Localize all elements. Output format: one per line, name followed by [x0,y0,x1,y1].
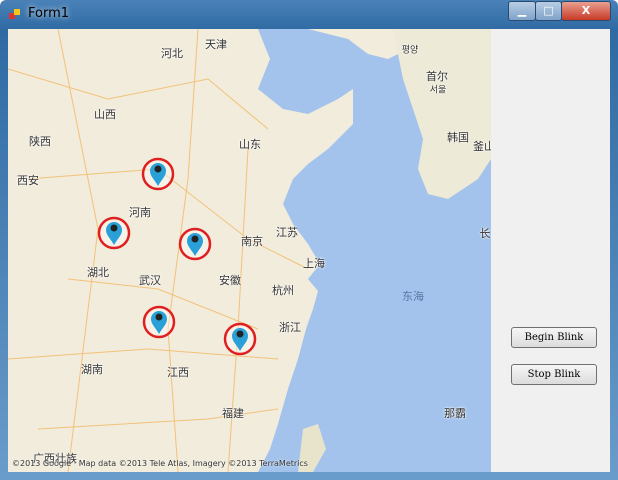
map-label: 浙江 [279,321,301,334]
map-label: 安徽 [219,274,241,287]
map-marker-pin-icon[interactable] [142,305,176,339]
window: Form1 ▁ □ X 天津 河北 山西 陕西 山东 西安 河南 江苏 南京 湖… [0,0,618,480]
begin-blink-button[interactable]: Begin Blink [511,327,597,348]
map-label: 釜山 [473,140,491,153]
app-icon [9,9,20,19]
close-button[interactable]: X [561,1,611,21]
map-label: 山西 [94,108,116,121]
form-client-area: 天津 河北 山西 陕西 山东 西安 河南 江苏 南京 湖北 武汉 安徽 上海 杭… [8,29,610,472]
map-label: 东海 [402,290,424,303]
maximize-button[interactable]: □ [535,1,562,21]
map-label: 韩国 [447,131,469,144]
map-view[interactable]: 天津 河北 山西 陕西 山东 西安 河南 江苏 南京 湖北 武汉 安徽 上海 杭… [8,29,491,472]
map-label: 河北 [161,47,183,60]
map-marker-pin-icon[interactable] [97,216,131,250]
map-label: 福建 [222,407,244,420]
map-label: 山东 [239,138,261,151]
map-label: 湖北 [87,266,109,279]
map-label: 湖南 [81,363,103,376]
map-label: 西安 [17,174,39,187]
map-label: 河南 [129,206,151,219]
map-label: 江西 [167,366,189,379]
map-label: 上海 [303,257,325,270]
map-marker-pin-icon[interactable] [178,227,212,261]
map-label: 서울 [429,85,447,96]
map-label: 长 [479,227,491,240]
map-copyright: ©2013 Google · Map data ©2013 Tele Atlas… [12,459,308,468]
map-label: 江苏 [276,226,298,239]
minimize-button[interactable]: ▁ [508,1,536,21]
window-title: Form1 [28,6,70,21]
map-marker-pin-icon[interactable] [223,322,257,356]
map-terrain [8,29,491,472]
map-marker-pin-icon[interactable] [141,157,175,191]
map-label: 평양 [401,45,419,56]
map-label: 陕西 [29,135,51,148]
map-label: 那霸 [444,407,466,420]
map-label: 天津 [205,38,227,51]
map-label: 杭州 [272,284,294,297]
map-label: 南京 [241,235,263,248]
map-label: 武汉 [139,274,161,287]
stop-blink-button[interactable]: Stop Blink [511,364,597,385]
